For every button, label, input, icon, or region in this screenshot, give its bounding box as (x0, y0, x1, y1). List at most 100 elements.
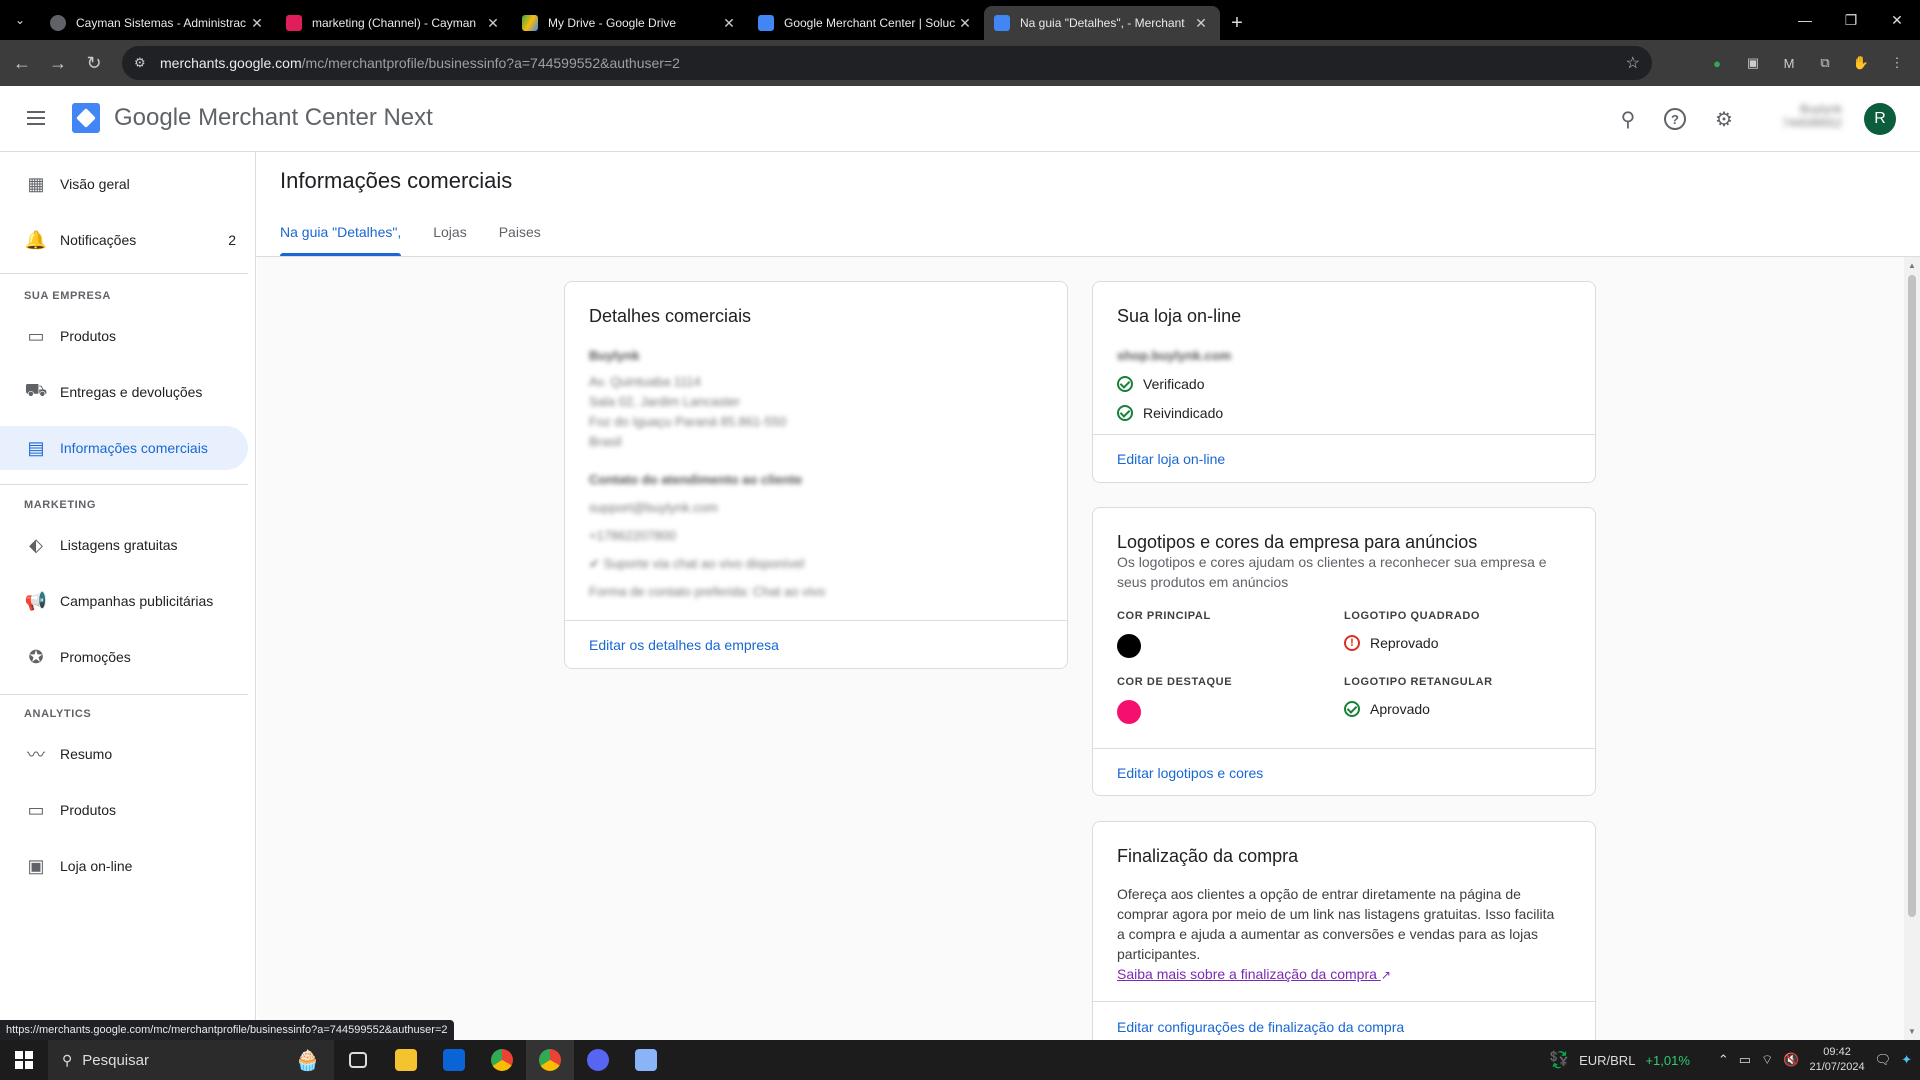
slack-icon (286, 15, 302, 31)
sidebar-item-campaigns[interactable]: 📢 Campanhas publicitárias (0, 579, 248, 623)
sidebar-item-shipping[interactable]: ⛟ Entregas e devoluções (0, 370, 248, 414)
extension-square-icon[interactable]: ▣ (1740, 50, 1766, 76)
extension-green-icon[interactable]: ● (1704, 50, 1730, 76)
browser-tab-5-active[interactable]: Na guia "Detalhes", - Merchant ✕ (984, 6, 1220, 40)
back-icon[interactable]: ← (4, 45, 40, 81)
sidebar-item-summary[interactable]: 〰 Resumo (0, 732, 248, 776)
chrome-icon[interactable] (478, 1040, 526, 1080)
currency-widget-icon[interactable]: 💱 (1549, 1050, 1569, 1070)
browser-tab-title: My Drive - Google Drive (548, 16, 677, 30)
site-info-icon[interactable]: ⚙ (134, 55, 158, 71)
browser-tab-title: Google Merchant Center | Soluc (784, 16, 956, 30)
sidebar-item-promotions[interactable]: ✪ Promoções (0, 635, 248, 679)
close-window-icon[interactable]: ✕ (1874, 0, 1920, 40)
currency-pair[interactable]: EUR/BRL (1579, 1053, 1635, 1068)
window-controls: — ❐ ✕ (1782, 0, 1920, 40)
settings-gear-icon[interactable]: ⚙ (1711, 106, 1737, 132)
business-name: Buylynk (589, 348, 640, 363)
support-email: support@buylynk.com (589, 500, 718, 515)
currency-change: +1,01% (1645, 1052, 1690, 1068)
tab-search-chevron-icon[interactable]: ⌄ (0, 0, 40, 40)
scroll-down-icon[interactable]: ▼ (1908, 1027, 1916, 1036)
tab-stores[interactable]: Lojas (433, 220, 466, 256)
logos-colors-card: Logotipos e cores da empresa para anúnci… (1092, 507, 1596, 796)
main-menu-icon[interactable] (24, 106, 48, 130)
avatar[interactable]: R (1864, 103, 1896, 135)
clock-time: 09:42 (1823, 1046, 1851, 1058)
close-tab-icon[interactable]: ✕ (248, 15, 266, 32)
task-view-icon[interactable] (334, 1040, 382, 1080)
sidebar-item-overview[interactable]: ▦ Visão geral (0, 162, 248, 206)
edit-logos-colors-link[interactable]: Editar logotipos e cores (1117, 765, 1263, 781)
help-icon[interactable]: ? (1664, 108, 1686, 130)
extension-m-icon[interactable]: M (1776, 50, 1802, 76)
rect-logo-status: Aprovado (1344, 701, 1430, 717)
notifications-icon[interactable]: 🗨 (1875, 1052, 1892, 1068)
close-tab-icon[interactable]: ✕ (956, 15, 974, 32)
wifi-icon[interactable]: ⌔ (1761, 1052, 1773, 1068)
search-icon: ⚲ (62, 1051, 73, 1068)
browser-tab-3[interactable]: My Drive - Google Drive ✕ (512, 6, 748, 40)
sidebar-item-products[interactable]: ▭ Produtos (0, 314, 248, 358)
page-title: Informações comerciais (280, 168, 513, 193)
mail-icon[interactable] (430, 1040, 478, 1080)
edit-business-details-link[interactable]: Editar os detalhes da empresa (589, 637, 779, 653)
forward-icon[interactable]: → (40, 45, 76, 81)
search-icon[interactable]: ⚲ (1615, 106, 1641, 132)
page-scrollbar[interactable]: ▲ ▼ (1904, 257, 1920, 1040)
sidebar-item-business-info[interactable]: ▤ Informações comerciais (0, 426, 248, 470)
learn-more-text: Saiba mais sobre a finalização da compra (1117, 966, 1377, 982)
restore-icon[interactable]: ❐ (1828, 0, 1874, 40)
address-bar[interactable]: ⚙ merchants.google.com/mc/merchantprofil… (122, 46, 1652, 80)
browser-menu-icon[interactable]: ⋮ (1884, 50, 1910, 76)
browser-tab-2[interactable]: marketing (Channel) - Cayman ✕ (276, 6, 512, 40)
main-color-label: COR PRINCIPAL (1117, 610, 1211, 622)
sidebar: ▦ Visão geral 🔔 Notificações 2 SUA EMPRE… (0, 152, 256, 1040)
online-store-card: Sua loja on-line shop.buylynk.com Verifi… (1092, 281, 1596, 483)
sidebar-item-notifications[interactable]: 🔔 Notificações 2 (0, 218, 248, 262)
file-explorer-icon[interactable] (382, 1040, 430, 1080)
browser-tab-1[interactable]: Cayman Sistemas - Administrac ✕ (40, 6, 276, 40)
edit-online-store-link[interactable]: Editar loja on-line (1117, 451, 1225, 467)
brand-google: Google (114, 104, 192, 131)
support-phone: +17862207800 (589, 528, 677, 543)
sidebar-item-label: Produtos (60, 328, 117, 344)
brand-product: Merchant Center Next (198, 104, 433, 131)
notepad-icon[interactable] (622, 1040, 670, 1080)
learn-more-checkout-link[interactable]: Saiba mais sobre a finalização da compra… (1117, 966, 1391, 982)
megaphone-icon: 📢 (24, 590, 48, 611)
taskbar-search[interactable]: ⚲ Pesquisar 🧁 (48, 1040, 334, 1080)
display-icon[interactable]: ▭ (1739, 1052, 1751, 1068)
scroll-up-icon[interactable]: ▲ (1908, 261, 1916, 270)
copilot-icon[interactable]: ✦ (1901, 1052, 1912, 1068)
volume-muted-icon[interactable]: 🔇 (1783, 1052, 1799, 1068)
tab-details[interactable]: Na guia "Detalhes", (280, 220, 402, 256)
account-info[interactable]: Buylynk 744599552 (1770, 102, 1842, 136)
tray-chevron-up-icon[interactable]: ⌃ (1718, 1052, 1729, 1068)
profile-hand-icon[interactable]: ✋ (1848, 50, 1874, 76)
merchant-icon (994, 15, 1010, 31)
minimize-icon[interactable]: — (1782, 0, 1828, 40)
bookmark-star-icon[interactable]: ☆ (1626, 53, 1640, 73)
new-tab-icon[interactable]: + (1220, 6, 1254, 40)
globe-icon (50, 15, 66, 31)
sidebar-item-online-store[interactable]: ▣ Loja on-line (0, 844, 248, 888)
sidebar-item-label: Resumo (60, 746, 113, 762)
edit-checkout-settings-link[interactable]: Editar configurações de finalização da c… (1117, 1019, 1404, 1035)
close-tab-icon[interactable]: ✕ (1192, 15, 1210, 32)
tab-countries[interactable]: Paises (499, 220, 541, 256)
close-tab-icon[interactable]: ✕ (484, 15, 502, 32)
scrollbar-thumb[interactable] (1908, 275, 1916, 917)
sidebar-item-free-listings[interactable]: ⬖ Listagens gratuitas (0, 523, 248, 567)
external-link-icon: ↗ (1380, 968, 1391, 982)
browser-tab-4[interactable]: Google Merchant Center | Soluc ✕ (748, 6, 984, 40)
url-text[interactable]: merchants.google.com/mc/merchantprofile/… (160, 55, 680, 71)
sidebar-item-analytics-products[interactable]: ▭ Produtos (0, 788, 248, 832)
discord-icon[interactable] (574, 1040, 622, 1080)
chrome-profile-icon[interactable] (526, 1040, 574, 1080)
windows-start-icon[interactable] (0, 1040, 48, 1080)
taskbar-clock[interactable]: 09:42 21/07/2024 (1810, 1045, 1865, 1075)
extensions-puzzle-icon[interactable]: ⧉ (1812, 50, 1838, 76)
reload-icon[interactable]: ↻ (76, 45, 112, 81)
close-tab-icon[interactable]: ✕ (720, 15, 738, 32)
